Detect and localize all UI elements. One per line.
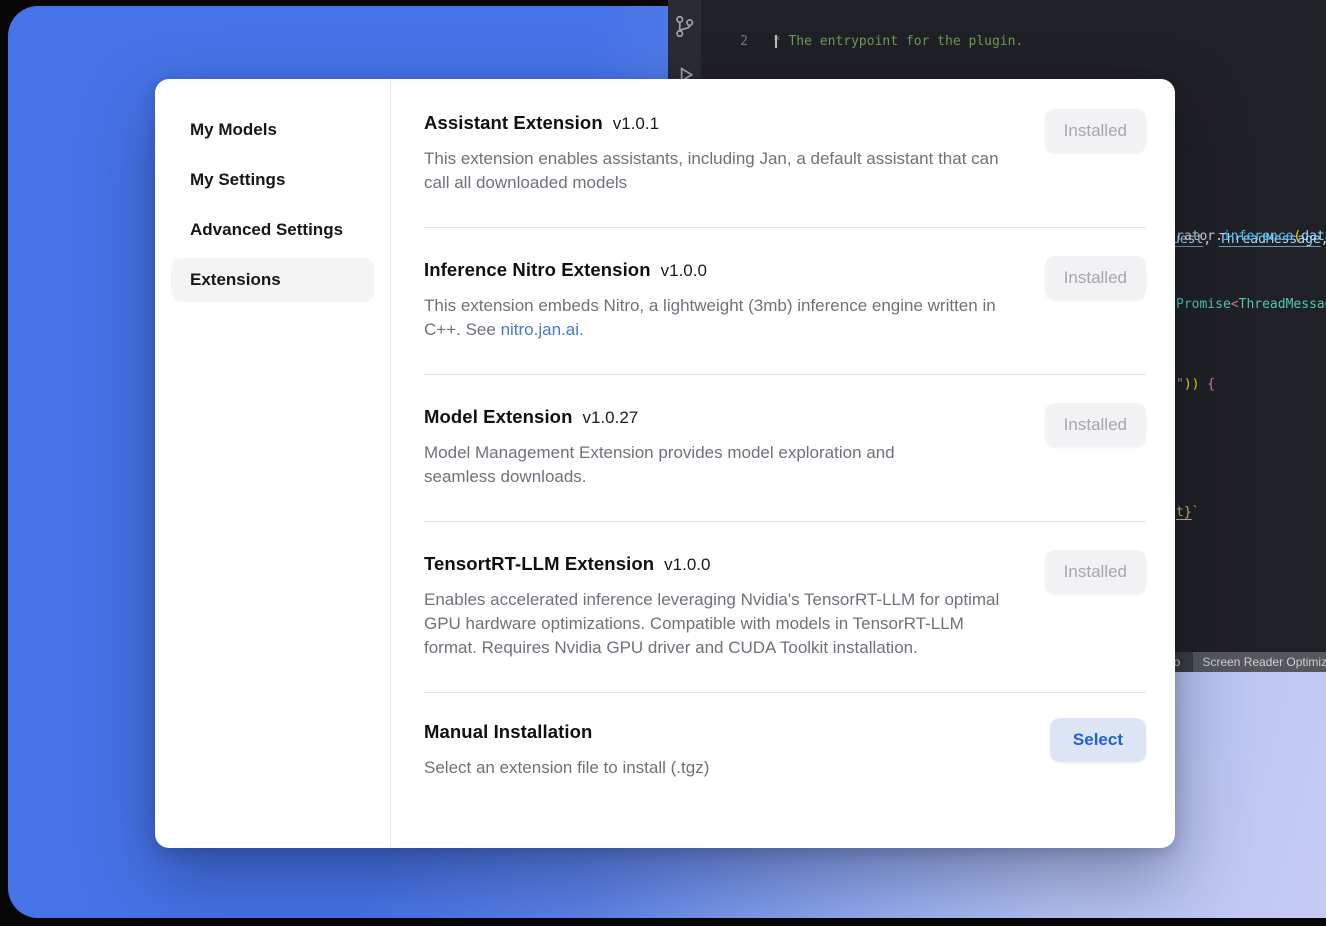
- nitro-jan-ai-link[interactable]: nitro.jan.ai.: [501, 320, 584, 339]
- code-line: 2 * The entrypoint for the plugin.: [701, 34, 1326, 51]
- extension-entry-tensorrt-llm: TensortRT-LLM Extension v1.0.0 Enables a…: [424, 522, 1146, 693]
- code-text: * The entrypoint for the plugin.: [748, 34, 1023, 51]
- sidebar-item-my-settings[interactable]: My Settings: [171, 158, 374, 202]
- extension-version: v1.0.27: [583, 408, 639, 428]
- sidebar-item-my-models[interactable]: My Models: [171, 108, 374, 152]
- extension-entry-manual-installation: Manual Installation Select an extension …: [424, 693, 1146, 812]
- sidebar-item-label: My Settings: [190, 170, 285, 190]
- settings-sidebar: My Models My Settings Advanced Settings …: [155, 79, 391, 848]
- code-fragment: t}`: [1176, 505, 1199, 521]
- extension-version: v1.0.0: [661, 261, 707, 281]
- extension-description: This extension enables assistants, inclu…: [424, 147, 1014, 195]
- extension-entry-assistant: Assistant Extension v1.0.1 This extensio…: [424, 79, 1146, 228]
- sidebar-item-label: Advanced Settings: [190, 220, 343, 240]
- extension-description: This extension embeds Nitro, a lightweig…: [424, 294, 1014, 342]
- extension-name: TensortRT-LLM Extension: [424, 553, 654, 575]
- installed-button[interactable]: Installed: [1045, 403, 1146, 447]
- extension-version: v1.0.0: [664, 555, 710, 575]
- installed-button[interactable]: Installed: [1045, 256, 1146, 300]
- line-number: 2: [701, 34, 748, 51]
- desktop-scene: 2 * The entrypoint for the plugin. 3 */ …: [0, 0, 1326, 926]
- installed-button[interactable]: Installed: [1045, 550, 1146, 594]
- sidebar-item-label: Extensions: [190, 270, 281, 290]
- code-fragment: rator.inference(data));: [1176, 229, 1326, 245]
- select-file-button[interactable]: Select: [1050, 718, 1146, 762]
- extension-name: Inference Nitro Extension: [424, 259, 651, 281]
- sidebar-item-extensions[interactable]: Extensions: [171, 258, 374, 302]
- extension-description: Select an extension file to install (.tg…: [424, 756, 1014, 780]
- extension-version: v1.0.1: [613, 114, 659, 134]
- code-fragment: Promise<ThreadMessage>: [1176, 297, 1326, 313]
- extension-description: Enables accelerated inference leveraging…: [424, 588, 1014, 660]
- status-screen-reader-item[interactable]: Screen Reader Optimized: [1193, 652, 1326, 672]
- source-control-icon[interactable]: [673, 14, 696, 44]
- extensions-list: Assistant Extension v1.0.1 This extensio…: [391, 79, 1175, 848]
- text-cursor: [775, 35, 777, 48]
- sidebar-item-advanced-settings[interactable]: Advanced Settings: [171, 208, 374, 252]
- jan-settings-window: My Models My Settings Advanced Settings …: [155, 79, 1175, 848]
- extension-name: Assistant Extension: [424, 112, 603, 134]
- installed-button[interactable]: Installed: [1045, 109, 1146, 153]
- extension-description: Model Management Extension provides mode…: [424, 441, 969, 489]
- extension-entry-inference-nitro: Inference Nitro Extension v1.0.0 This ex…: [424, 228, 1146, 375]
- extension-entry-model: Model Extension v1.0.27 Model Management…: [424, 375, 1146, 522]
- sidebar-item-label: My Models: [190, 120, 277, 140]
- extension-name: Model Extension: [424, 406, 573, 428]
- code-fragment: ")) {: [1176, 377, 1215, 393]
- extension-name: Manual Installation: [424, 721, 592, 743]
